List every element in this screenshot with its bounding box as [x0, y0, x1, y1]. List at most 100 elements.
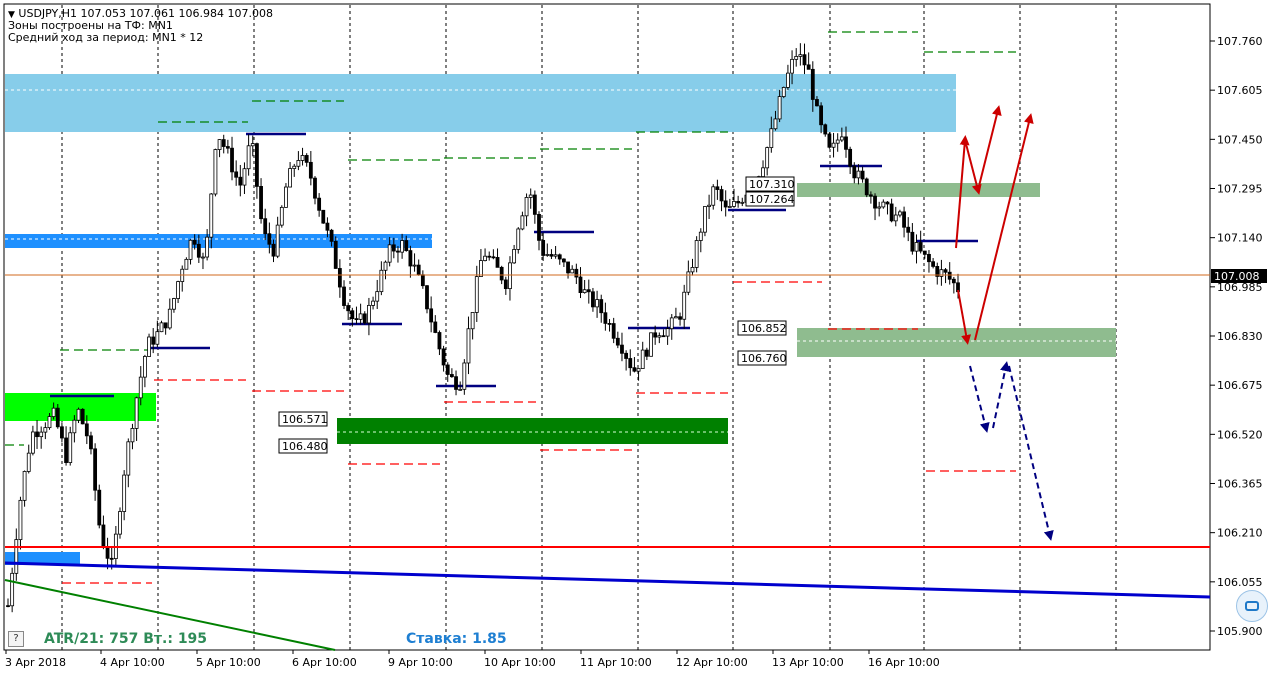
candle-body: [350, 310, 355, 320]
candle-body: [503, 279, 508, 290]
candle-body: [769, 128, 774, 149]
candle-body: [844, 136, 848, 150]
candle-body: [51, 407, 56, 417]
candle-body: [591, 291, 595, 308]
candle-body: [877, 206, 882, 209]
candle-body: [6, 605, 10, 608]
x-tick-label: 11 Apr 10:00: [580, 656, 652, 669]
price-chart[interactable]: 107.310 107.264 106.852 106.760 106.571 106.4…: [0, 0, 1271, 676]
candle-body: [856, 170, 861, 179]
candle-body: [678, 316, 682, 320]
candle-body: [914, 242, 919, 252]
zone-green-light-upper: [797, 183, 1040, 197]
candle-body: [147, 336, 151, 357]
candle-body: [109, 557, 114, 560]
candle-body: [263, 218, 268, 235]
candle-body: [445, 364, 450, 375]
candle-body: [159, 322, 164, 333]
y-tick-label: 107.450: [1217, 133, 1263, 146]
atr-stat: ATR/21: 757 Вт.: 195: [44, 631, 208, 647]
candle-body: [209, 193, 214, 238]
candle-body: [649, 332, 653, 357]
candle-body: [429, 308, 434, 323]
candle-body: [43, 427, 48, 433]
candle-body: [337, 268, 342, 288]
candle-body: [690, 267, 695, 273]
candle-body: [947, 271, 952, 280]
candle-body: [221, 139, 226, 147]
candle-body: [387, 244, 392, 263]
x-tick-label: 12 Apr 10:00: [676, 656, 748, 669]
candle-body: [138, 376, 143, 399]
candle-body: [26, 452, 31, 472]
candle-body: [868, 194, 873, 197]
candle-body: [441, 348, 446, 366]
candle-body: [470, 312, 475, 330]
candle-body: [827, 133, 832, 148]
candle-body: [931, 261, 936, 267]
candle-body: [238, 176, 243, 186]
candle-body: [736, 201, 741, 204]
candle-body: [234, 171, 239, 178]
candle-body: [545, 254, 550, 256]
candle-body: [383, 261, 388, 271]
candle-body: [55, 407, 60, 428]
teamviewer-icon[interactable]: [1236, 590, 1268, 622]
candle-body: [694, 240, 699, 268]
candle-body: [466, 328, 471, 364]
candle-body: [217, 139, 222, 150]
candle-body: [101, 524, 106, 548]
candle-body: [628, 358, 633, 369]
candle-body: [603, 312, 608, 324]
candle-body: [10, 572, 15, 607]
current-price-text: 107.008: [1214, 270, 1260, 283]
candle-body: [408, 250, 413, 267]
y-tick-label: 107.140: [1217, 232, 1263, 245]
candle-body: [325, 222, 330, 231]
candle-body: [839, 136, 844, 141]
candle-body: [707, 204, 711, 207]
candle-body: [790, 58, 794, 74]
avg-range-line: Средний ход за период: MN1 * 12: [8, 31, 204, 44]
rate-stat: Ставка: 1.85: [406, 631, 507, 647]
candle-body: [918, 242, 923, 252]
x-tick-label: 10 Apr 10:00: [484, 656, 556, 669]
candle-body: [379, 269, 384, 293]
candle-body: [433, 321, 438, 333]
candle-body: [848, 148, 853, 167]
candle-body: [255, 143, 259, 187]
candle-body: [130, 428, 135, 443]
help-button[interactable]: ?: [8, 631, 24, 647]
y-tick-label: 107.605: [1217, 84, 1263, 97]
candle-body: [611, 323, 616, 339]
value-label-text: 107.310: [749, 178, 795, 191]
candle-body: [653, 332, 658, 338]
candle-body: [474, 276, 479, 313]
candle-body: [420, 274, 425, 287]
candle-body: [806, 64, 811, 70]
candle-body: [72, 419, 77, 434]
candle-body: [727, 206, 732, 208]
candle-body: [902, 211, 906, 228]
candle-body: [881, 201, 886, 208]
y-tick-label: 105.900: [1217, 625, 1263, 638]
candle-body: [416, 264, 421, 276]
candle-body: [342, 286, 346, 306]
candle-body: [284, 186, 288, 208]
candle-body: [292, 165, 297, 169]
candle-body: [213, 149, 218, 195]
candle-body: [142, 356, 147, 378]
candle-body: [607, 323, 612, 325]
candle-body: [541, 239, 546, 256]
candle-body: [703, 206, 707, 233]
candle-body: [898, 211, 902, 216]
candle-body: [520, 215, 525, 230]
candle-body: [578, 276, 583, 294]
candle-body: [18, 499, 23, 541]
x-tick-label: 6 Apr 10:00: [292, 656, 357, 669]
candle-body: [910, 231, 915, 252]
candle-body: [184, 258, 189, 270]
candle-body: [391, 244, 396, 252]
candle-body: [242, 168, 247, 186]
candle-body: [561, 258, 566, 263]
